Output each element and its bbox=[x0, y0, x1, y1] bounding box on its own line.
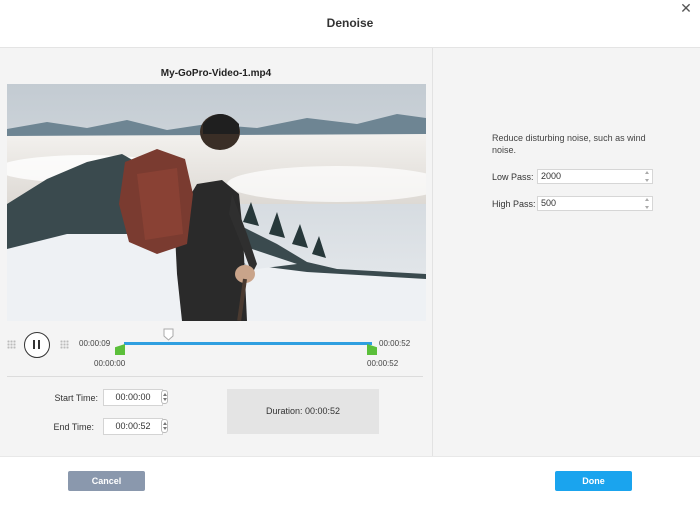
high-pass-stepper[interactable] bbox=[645, 198, 650, 209]
pause-button[interactable] bbox=[24, 332, 50, 358]
start-time-field[interactable]: 00:00:00 bbox=[103, 389, 163, 406]
divider bbox=[7, 376, 423, 377]
cancel-button[interactable]: Cancel bbox=[68, 471, 145, 491]
video-frame-image bbox=[7, 84, 426, 321]
duration-label: Duration: bbox=[265, 406, 303, 416]
trim-start-handle[interactable] bbox=[115, 344, 125, 355]
high-pass-value: 500 bbox=[541, 198, 557, 208]
duration-readout: Duration: 00:00:52 bbox=[227, 406, 379, 416]
dialog-title: Denoise bbox=[326, 16, 374, 30]
low-pass-stepper[interactable] bbox=[645, 171, 650, 182]
dialog-footer: Cancel Done bbox=[0, 456, 700, 505]
low-pass-field[interactable]: 2000 bbox=[537, 169, 653, 184]
end-time-stepper[interactable] bbox=[161, 419, 168, 433]
settings-panel: Reduce disturbing noise, such as wind no… bbox=[433, 48, 700, 456]
current-time: 00:00:09 bbox=[79, 339, 111, 348]
total-time: 00:00:52 bbox=[379, 339, 411, 348]
grip-icon[interactable] bbox=[7, 340, 16, 349]
grip-icon[interactable] bbox=[60, 340, 69, 349]
timeline-track[interactable] bbox=[124, 342, 372, 345]
trim-end-handle[interactable] bbox=[367, 344, 377, 355]
duration-value: 00:00:52 bbox=[305, 406, 341, 416]
dialog-titlebar: Denoise ✕ bbox=[0, 0, 700, 48]
low-pass-value: 2000 bbox=[541, 171, 562, 181]
start-time-label: Start Time: bbox=[54, 393, 98, 403]
start-time-stepper[interactable] bbox=[161, 390, 168, 404]
high-pass-field[interactable]: 500 bbox=[537, 196, 653, 211]
duration-box: Duration: 00:00:52 bbox=[227, 389, 379, 434]
end-time-label: End Time: bbox=[53, 422, 94, 432]
close-icon[interactable]: ✕ bbox=[678, 1, 694, 17]
pause-icon bbox=[38, 340, 40, 349]
end-time-field[interactable]: 00:00:52 bbox=[103, 418, 163, 435]
range-start-time: 00:00:00 bbox=[94, 359, 126, 368]
high-pass-label: High Pass: bbox=[492, 199, 536, 209]
denoise-dialog: Denoise ✕ My-GoPro-Video-1.mp4 00:00:09 … bbox=[0, 0, 700, 505]
video-preview[interactable] bbox=[7, 84, 426, 321]
denoise-description: Reduce disturbing noise, such as wind no… bbox=[492, 133, 646, 155]
range-end-time: 00:00:52 bbox=[367, 359, 399, 368]
preview-panel: My-GoPro-Video-1.mp4 00:00:09 00:00:00 0… bbox=[0, 48, 432, 456]
low-pass-label: Low Pass: bbox=[492, 172, 534, 182]
playhead-marker-icon[interactable] bbox=[163, 328, 174, 341]
done-button[interactable]: Done bbox=[555, 471, 632, 491]
video-filename: My-GoPro-Video-1.mp4 bbox=[160, 68, 272, 79]
pause-icon bbox=[33, 340, 35, 349]
